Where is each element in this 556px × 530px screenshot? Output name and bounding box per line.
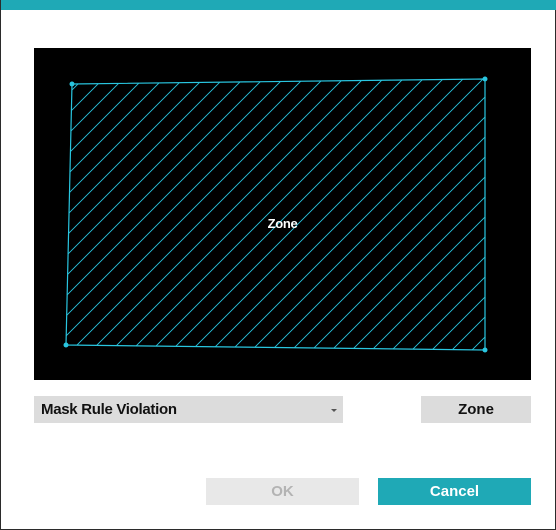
zone-overlay[interactable] xyxy=(34,48,531,380)
zone-handle-bottom-right[interactable] xyxy=(482,347,488,353)
zone-hatch-pattern xyxy=(66,48,531,380)
zone-hatch-line xyxy=(293,79,485,350)
zone-hatch-line xyxy=(233,79,485,350)
zone-hatch-line xyxy=(333,79,485,350)
zone-hatch-line xyxy=(66,79,75,350)
cancel-button[interactable]: Cancel xyxy=(378,478,531,505)
zone-handle-bottom-left[interactable] xyxy=(63,342,69,348)
zone-hatch-line xyxy=(66,79,355,350)
zone-handle-top-left[interactable] xyxy=(69,81,75,87)
zone-hatch-line xyxy=(66,79,275,350)
zone-label: Zone xyxy=(267,216,298,231)
zone-hatch-line xyxy=(66,79,155,350)
chevron-down-icon xyxy=(331,409,337,412)
zone-hatch-line xyxy=(514,48,531,380)
zone-hatch-line xyxy=(313,79,485,350)
zone-hatch-line xyxy=(253,79,485,350)
zone-hatch-line xyxy=(66,79,135,350)
ok-button[interactable]: OK xyxy=(206,478,359,505)
mask-rule-select[interactable]: Mask Rule Violation xyxy=(34,396,343,423)
zone-hatch-line xyxy=(473,79,485,350)
mask-rule-select-value: Mask Rule Violation xyxy=(41,401,177,418)
zone-hatch-line xyxy=(393,79,485,350)
zone-hatch-line xyxy=(494,48,531,380)
zone-dialog: Zone Mask Rule Violation Zone OK Cancel xyxy=(0,0,556,530)
zone-hatch-line xyxy=(273,79,485,350)
zone-button[interactable]: Zone xyxy=(421,396,531,423)
zone-hatch-line xyxy=(453,79,485,350)
zone-hatch-line xyxy=(66,79,95,350)
zone-hatch-line xyxy=(66,79,115,350)
zone-hatch-line xyxy=(213,79,485,350)
zone-handle-top-right[interactable] xyxy=(482,76,488,82)
dialog-title-bar xyxy=(1,0,556,10)
zone-hatch-line xyxy=(373,79,485,350)
zone-hatch-line xyxy=(353,79,485,350)
zone-hatch-line xyxy=(66,79,195,350)
camera-preview[interactable]: Zone xyxy=(34,48,531,380)
